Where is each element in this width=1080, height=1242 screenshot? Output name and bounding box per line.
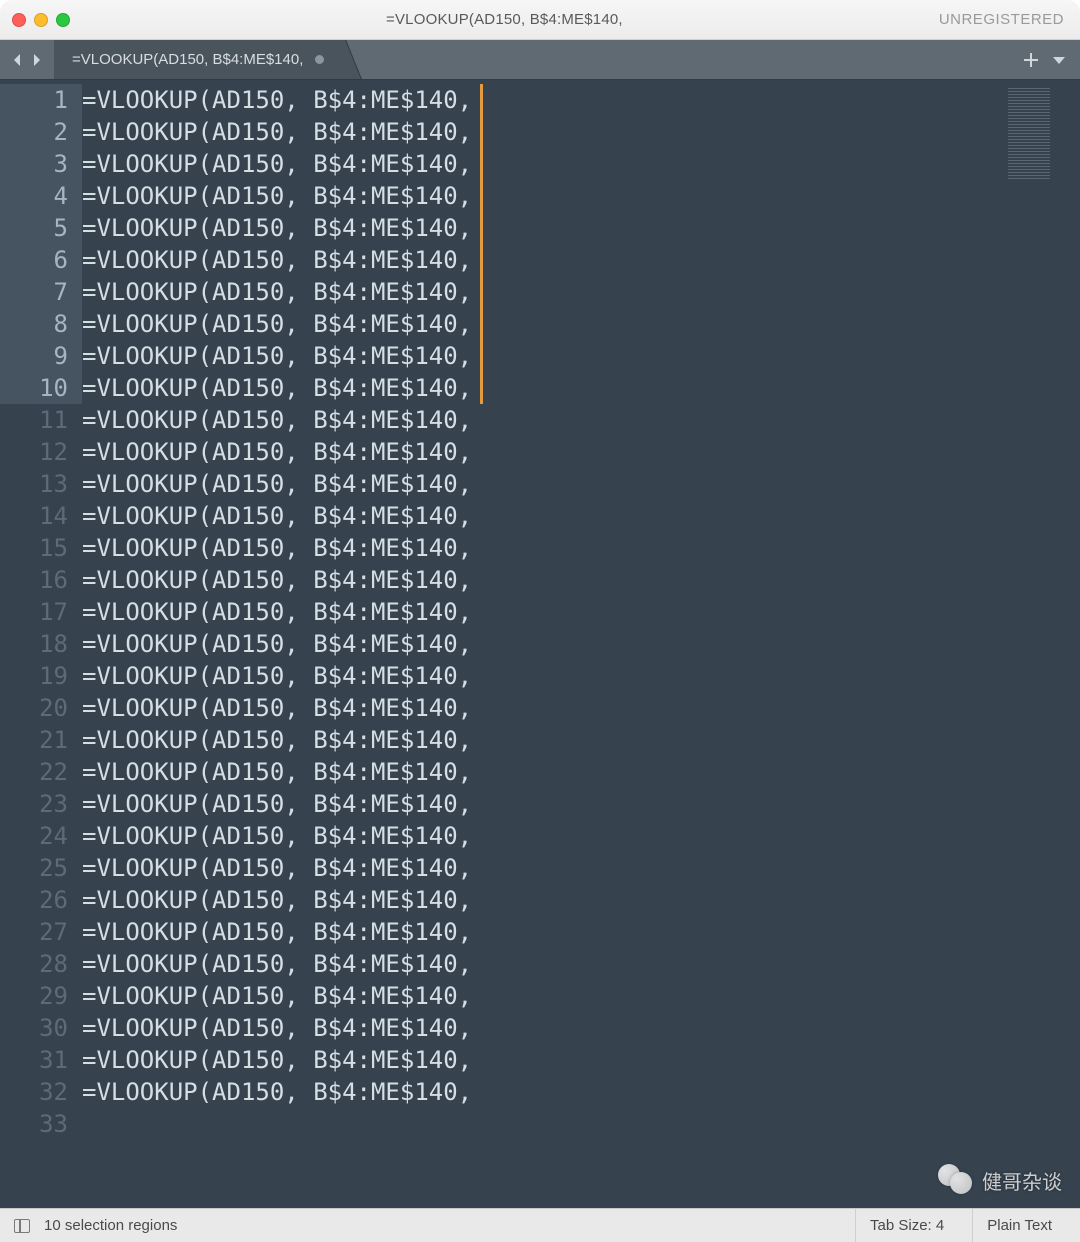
unregistered-label: UNREGISTERED	[939, 11, 1068, 28]
line-number[interactable]: 13	[0, 468, 68, 500]
minimap[interactable]	[970, 80, 1080, 1208]
code-line[interactable]: =VLOOKUP(AD150, B$4:ME$140,	[82, 916, 970, 948]
code-line[interactable]: =VLOOKUP(AD150, B$4:ME$140,	[82, 500, 970, 532]
code-line[interactable]: =VLOOKUP(AD150, B$4:ME$140,	[82, 532, 970, 564]
line-number[interactable]: 6	[0, 244, 82, 276]
file-nav-arrows[interactable]	[0, 40, 54, 79]
side-panel-toggle-icon[interactable]	[14, 1219, 30, 1233]
code-line[interactable]	[82, 1108, 970, 1140]
code-line[interactable]: =VLOOKUP(AD150, B$4:ME$140,	[82, 980, 970, 1012]
syntax-status[interactable]: Plain Text	[972, 1209, 1066, 1242]
status-bar: 10 selection regions Tab Size: 4 Plain T…	[0, 1208, 1080, 1242]
code-line[interactable]: =VLOOKUP(AD150, B$4:ME$140,	[82, 148, 970, 180]
line-number[interactable]: 21	[0, 724, 68, 756]
line-number[interactable]: 7	[0, 276, 82, 308]
line-number[interactable]: 17	[0, 596, 68, 628]
line-number[interactable]: 16	[0, 564, 68, 596]
line-number[interactable]: 27	[0, 916, 68, 948]
code-line[interactable]: =VLOOKUP(AD150, B$4:ME$140,	[82, 340, 970, 372]
line-number[interactable]: 8	[0, 308, 82, 340]
line-number[interactable]: 20	[0, 692, 68, 724]
code-line[interactable]: =VLOOKUP(AD150, B$4:ME$140,	[82, 756, 970, 788]
modified-indicator-icon	[315, 55, 324, 64]
tab-label: =VLOOKUP(AD150, B$4:ME$140,	[72, 51, 303, 68]
code-line[interactable]: =VLOOKUP(AD150, B$4:ME$140,	[82, 628, 970, 660]
close-window-button[interactable]	[12, 13, 26, 27]
code-line[interactable]: =VLOOKUP(AD150, B$4:ME$140,	[82, 948, 970, 980]
line-number[interactable]: 4	[0, 180, 82, 212]
code-line[interactable]: =VLOOKUP(AD150, B$4:ME$140,	[82, 180, 970, 212]
window-controls	[12, 13, 70, 27]
line-number[interactable]: 10	[0, 372, 82, 404]
line-number[interactable]: 12	[0, 436, 68, 468]
code-line[interactable]: =VLOOKUP(AD150, B$4:ME$140,	[82, 1044, 970, 1076]
new-tab-icon[interactable]	[1024, 53, 1038, 67]
zoom-window-button[interactable]	[56, 13, 70, 27]
code-line[interactable]: =VLOOKUP(AD150, B$4:ME$140,	[82, 1012, 970, 1044]
nav-forward-icon[interactable]	[28, 52, 44, 68]
code-line[interactable]: =VLOOKUP(AD150, B$4:ME$140,	[82, 596, 970, 628]
line-number[interactable]: 28	[0, 948, 68, 980]
tab-size-status[interactable]: Tab Size: 4	[855, 1209, 958, 1242]
nav-back-icon[interactable]	[10, 52, 26, 68]
code-line[interactable]: =VLOOKUP(AD150, B$4:ME$140,	[82, 372, 970, 404]
code-line[interactable]: =VLOOKUP(AD150, B$4:ME$140,	[82, 724, 970, 756]
tab-bar: =VLOOKUP(AD150, B$4:ME$140,	[0, 40, 1080, 80]
code-line[interactable]: =VLOOKUP(AD150, B$4:ME$140,	[82, 660, 970, 692]
wechat-icon	[938, 1162, 974, 1198]
file-tab[interactable]: =VLOOKUP(AD150, B$4:ME$140,	[54, 40, 342, 79]
code-line[interactable]: =VLOOKUP(AD150, B$4:ME$140,	[82, 436, 970, 468]
code-line[interactable]: =VLOOKUP(AD150, B$4:ME$140,	[82, 308, 970, 340]
line-number[interactable]: 23	[0, 788, 68, 820]
code-line[interactable]: =VLOOKUP(AD150, B$4:ME$140,	[82, 852, 970, 884]
watermark-text: 健哥杂谈	[982, 1166, 1062, 1195]
tab-dropdown-icon[interactable]	[1052, 53, 1066, 67]
line-number[interactable]: 30	[0, 1012, 68, 1044]
code-line[interactable]: =VLOOKUP(AD150, B$4:ME$140,	[82, 564, 970, 596]
titlebar: =VLOOKUP(AD150, B$4:ME$140, UNREGISTERED	[0, 0, 1080, 40]
line-number-gutter[interactable]: 1234567891011121314151617181920212223242…	[0, 80, 82, 1208]
line-number[interactable]: 5	[0, 212, 82, 244]
line-number[interactable]: 25	[0, 852, 68, 884]
code-line[interactable]: =VLOOKUP(AD150, B$4:ME$140,	[82, 244, 970, 276]
line-number[interactable]: 19	[0, 660, 68, 692]
line-number[interactable]: 15	[0, 532, 68, 564]
code-line[interactable]: =VLOOKUP(AD150, B$4:ME$140,	[82, 788, 970, 820]
minimize-window-button[interactable]	[34, 13, 48, 27]
code-line[interactable]: =VLOOKUP(AD150, B$4:ME$140,	[82, 692, 970, 724]
code-line[interactable]: =VLOOKUP(AD150, B$4:ME$140,	[82, 276, 970, 308]
code-line[interactable]: =VLOOKUP(AD150, B$4:ME$140,	[82, 820, 970, 852]
line-number[interactable]: 22	[0, 756, 68, 788]
code-line[interactable]: =VLOOKUP(AD150, B$4:ME$140,	[82, 116, 970, 148]
line-number[interactable]: 14	[0, 500, 68, 532]
line-number[interactable]: 2	[0, 116, 82, 148]
line-number[interactable]: 11	[0, 404, 68, 436]
line-number[interactable]: 24	[0, 820, 68, 852]
window-title: =VLOOKUP(AD150, B$4:ME$140,	[70, 11, 939, 28]
code-line[interactable]: =VLOOKUP(AD150, B$4:ME$140,	[82, 84, 970, 116]
line-number[interactable]: 1	[0, 84, 82, 116]
line-number[interactable]: 18	[0, 628, 68, 660]
line-number[interactable]: 32	[0, 1076, 68, 1108]
code-content[interactable]: =VLOOKUP(AD150, B$4:ME$140,=VLOOKUP(AD15…	[82, 80, 970, 1208]
editor-area[interactable]: 1234567891011121314151617181920212223242…	[0, 80, 1080, 1208]
line-number[interactable]: 9	[0, 340, 82, 372]
line-number[interactable]: 31	[0, 1044, 68, 1076]
watermark: 健哥杂谈	[938, 1162, 1062, 1198]
line-number[interactable]: 26	[0, 884, 68, 916]
code-line[interactable]: =VLOOKUP(AD150, B$4:ME$140,	[82, 212, 970, 244]
code-line[interactable]: =VLOOKUP(AD150, B$4:ME$140,	[82, 404, 970, 436]
line-number[interactable]: 3	[0, 148, 82, 180]
line-number[interactable]: 29	[0, 980, 68, 1012]
code-line[interactable]: =VLOOKUP(AD150, B$4:ME$140,	[82, 468, 970, 500]
code-line[interactable]: =VLOOKUP(AD150, B$4:ME$140,	[82, 884, 970, 916]
line-number[interactable]: 33	[0, 1108, 68, 1140]
selection-status[interactable]: 10 selection regions	[44, 1217, 177, 1234]
code-line[interactable]: =VLOOKUP(AD150, B$4:ME$140,	[82, 1076, 970, 1108]
minimap-content	[1008, 88, 1050, 180]
